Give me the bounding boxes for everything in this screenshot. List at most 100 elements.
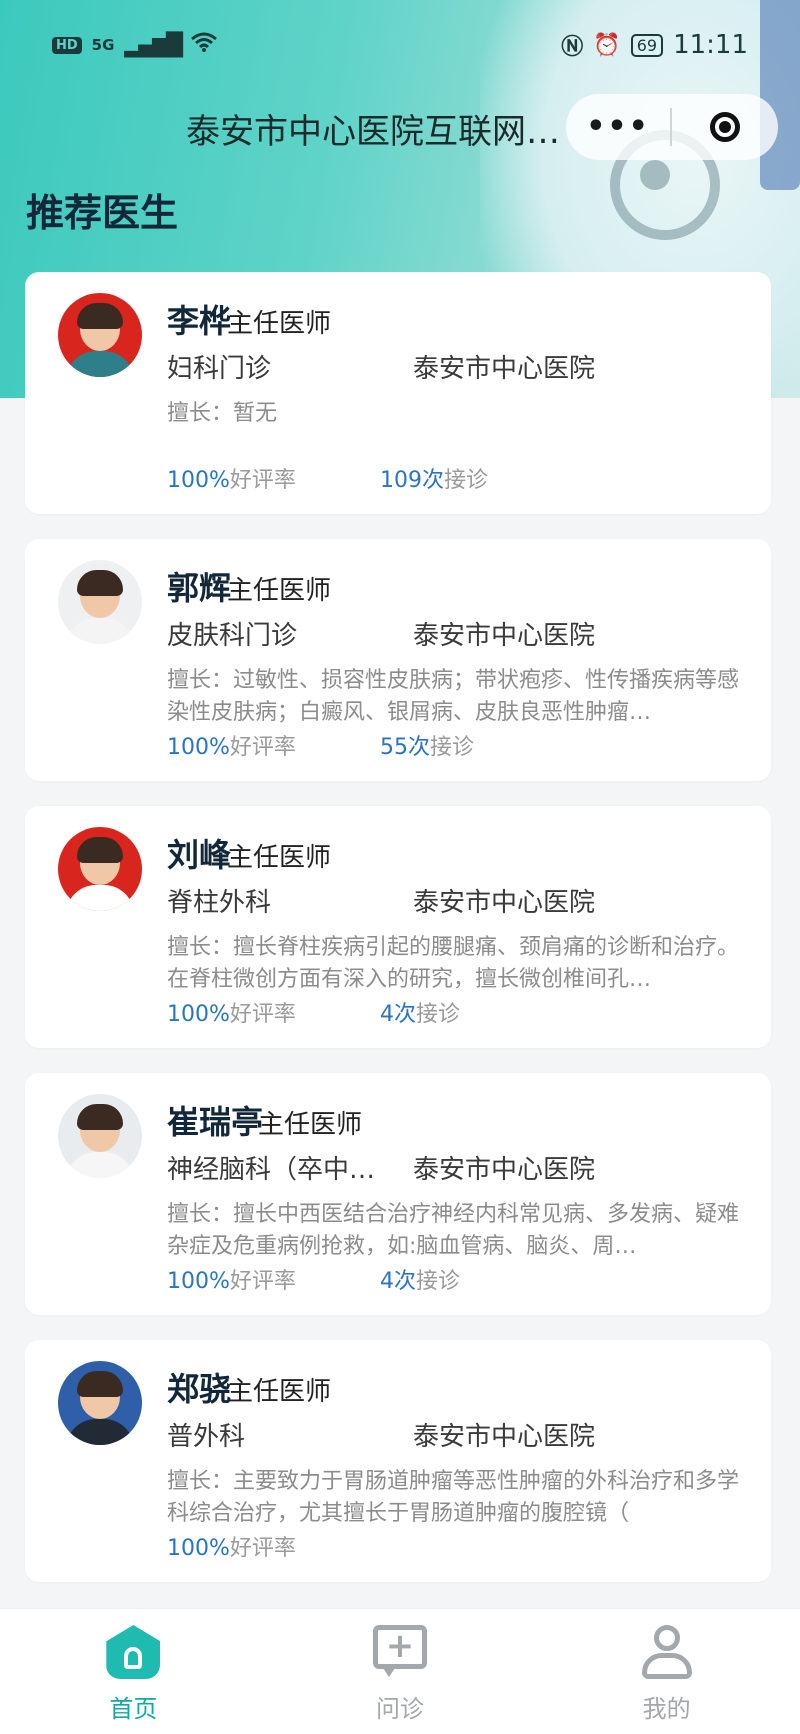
doctor-avatar — [58, 1094, 142, 1178]
visits-value: 55次 — [380, 735, 430, 760]
doctor-title: 主任医师 — [227, 309, 332, 339]
close-button[interactable] — [672, 112, 778, 142]
doctor-stats: 100%好评率 55次接诊 — [167, 729, 474, 761]
doctor-department: 普外科 — [167, 1422, 246, 1452]
signal-bars-icon: ▂▄▆█ — [124, 32, 183, 58]
tab-consult[interactable]: + 问诊 — [267, 1609, 534, 1734]
status-bar: HD 5G ▂▄▆█ Ⓝ ⏰ 69 11:11 — [0, 0, 800, 90]
doctor-title: 主任医师 — [227, 1377, 332, 1407]
doctor-title: 主任医师 — [227, 576, 332, 606]
visits-stat: 109次接诊 — [380, 462, 488, 494]
rating-stat: 100%好评率 — [167, 729, 380, 761]
doctor-hospital: 泰安市中心医院 — [413, 888, 596, 918]
doctor-specialty: 擅长：过敏性、损容性皮肤病；带状疱疹、性传播疾病等感染性皮肤病；白癜风、银屑病、… — [167, 668, 740, 725]
rating-stat: 100%好评率 — [167, 462, 380, 494]
visits-stat: 4次接诊 — [380, 1263, 460, 1295]
status-right: Ⓝ ⏰ 69 11:11 — [561, 29, 748, 61]
doctor-department: 皮肤科门诊 — [167, 621, 298, 651]
doctor-name: 李桦 — [167, 302, 232, 340]
visits-label: 接诊 — [416, 1269, 461, 1294]
bottom-tab-bar: 首页 + 问诊 我的 — [0, 1608, 800, 1734]
rating-stat: 100%好评率 — [167, 996, 380, 1028]
wifi-icon — [190, 31, 218, 59]
nav-bar: 泰安市中心医院互联网医院 ••• — [0, 90, 800, 162]
doctor-card[interactable]: 郑骁 主任医师 普外科 泰安市中心医院 擅长：主要致力于胃肠道肿瘤等恶性肿瘤的外… — [25, 1340, 771, 1582]
visits-label: 接诊 — [444, 468, 489, 493]
doctor-name: 郑骁 — [167, 1370, 232, 1408]
tab-consult-label: 问诊 — [376, 1695, 424, 1723]
doctor-card[interactable]: 刘峰 主任医师 脊柱外科 泰安市中心医院 擅长：擅长脊柱疾病引起的腰腿痛、颈肩痛… — [25, 806, 771, 1048]
tab-home[interactable]: 首页 — [0, 1609, 267, 1734]
doctor-stats: 100%好评率 109次接诊 — [167, 462, 488, 494]
rating-label: 好评率 — [229, 735, 296, 760]
doctor-stats: 100%好评率 4次接诊 — [167, 1263, 460, 1295]
doctor-card[interactable]: 李桦 主任医师 妇科门诊 泰安市中心医院 擅长：暂无 100%好评率 109次接… — [25, 272, 771, 514]
rating-label: 好评率 — [229, 468, 296, 493]
tab-home-label: 首页 — [109, 1695, 158, 1723]
doctor-stats: 100%好评率 4次接诊 — [167, 996, 460, 1028]
profile-icon — [638, 1623, 696, 1681]
doctor-avatar — [58, 1361, 142, 1445]
doctor-name: 崔瑞亭 — [167, 1103, 264, 1141]
doctor-specialty: 擅长：擅长脊柱疾病引起的腰腿痛、颈肩痛的诊断和治疗。在脊柱微创方面有深入的研究，… — [167, 935, 740, 992]
rating-value: 100% — [167, 468, 230, 493]
rating-label: 好评率 — [229, 1536, 296, 1561]
visits-value: 109次 — [380, 468, 444, 493]
visits-value: 4次 — [380, 1002, 416, 1027]
rating-label: 好评率 — [229, 1002, 296, 1027]
doctor-list: 李桦 主任医师 妇科门诊 泰安市中心医院 擅长：暂无 100%好评率 109次接… — [25, 272, 771, 1607]
visits-value: 4次 — [380, 1269, 416, 1294]
home-icon — [104, 1623, 162, 1681]
more-menu-button[interactable]: ••• — [566, 97, 670, 157]
rating-stat: 100%好评率 — [167, 1263, 380, 1295]
doctor-card[interactable]: 崔瑞亭 主任医师 神经脑科（卒中… 泰安市中心医院 擅长：擅长中西医结合治疗神经… — [25, 1073, 771, 1315]
doctor-avatar — [58, 560, 142, 644]
rating-label: 好评率 — [229, 1269, 296, 1294]
doctor-specialty: 擅长：主要致力于胃肠道肿瘤等恶性肿瘤的外科治疗和多学科综合治疗，尤其擅长于胃肠道… — [167, 1469, 740, 1526]
mini-program-capsule: ••• — [566, 94, 778, 160]
visits-label: 接诊 — [430, 735, 475, 760]
visits-label: 接诊 — [416, 1002, 461, 1027]
nfc-icon: Ⓝ — [561, 35, 584, 60]
tab-profile[interactable]: 我的 — [533, 1609, 800, 1734]
section-title: 推荐医生 — [26, 191, 179, 235]
clock: 11:11 — [673, 30, 748, 60]
doctor-title: 主任医师 — [227, 843, 332, 873]
doctor-stats: 100%好评率 — [167, 1530, 380, 1562]
alarm-icon: ⏰ — [593, 32, 621, 58]
visits-stat: 4次接诊 — [380, 996, 460, 1028]
doctor-department: 脊柱外科 — [167, 888, 272, 918]
doctor-hospital: 泰安市中心医院 — [413, 354, 596, 384]
consult-icon: + — [371, 1623, 429, 1681]
doctor-avatar — [58, 293, 142, 377]
battery-indicator: 69 — [630, 33, 664, 57]
avatar-hair — [77, 1104, 123, 1130]
page-title: 泰安市中心医院互联网医院 — [186, 112, 576, 152]
doctor-specialty: 擅长：擅长中西医结合治疗神经内科常见病、多发病、疑难杂症及危重病例抢救，如:脑血… — [167, 1202, 740, 1259]
doctor-avatar — [58, 827, 142, 911]
avatar-hair — [77, 570, 123, 596]
doctor-name: 郭辉 — [167, 569, 232, 607]
doctor-hospital: 泰安市中心医院 — [413, 1422, 596, 1452]
avatar-hair — [77, 837, 123, 863]
stethoscope-head-image — [640, 160, 670, 190]
avatar-hair — [77, 303, 123, 329]
doctor-hospital: 泰安市中心医院 — [413, 621, 596, 651]
rating-stat: 100%好评率 — [167, 1530, 380, 1562]
rating-value: 100% — [167, 1536, 230, 1561]
status-left: HD 5G ▂▄▆█ — [52, 31, 218, 59]
doctor-card[interactable]: 郭辉 主任医师 皮肤科门诊 泰安市中心医院 擅长：过敏性、损容性皮肤病；带状疱疹… — [25, 539, 771, 781]
doctor-name: 刘峰 — [167, 836, 232, 874]
visits-stat: 55次接诊 — [380, 729, 474, 761]
doctor-title: 主任医师 — [258, 1110, 363, 1140]
doctor-hospital: 泰安市中心医院 — [413, 1155, 596, 1185]
network-label: 5G — [91, 36, 115, 54]
rating-value: 100% — [167, 735, 230, 760]
rating-value: 100% — [167, 1002, 230, 1027]
hd-badge: HD — [52, 36, 82, 54]
avatar-hair — [77, 1371, 123, 1397]
doctor-department: 神经脑科（卒中… — [167, 1155, 376, 1185]
doctor-specialty: 擅长：暂无 — [167, 401, 278, 426]
doctor-department: 妇科门诊 — [167, 354, 272, 384]
target-circle-icon — [710, 112, 740, 142]
